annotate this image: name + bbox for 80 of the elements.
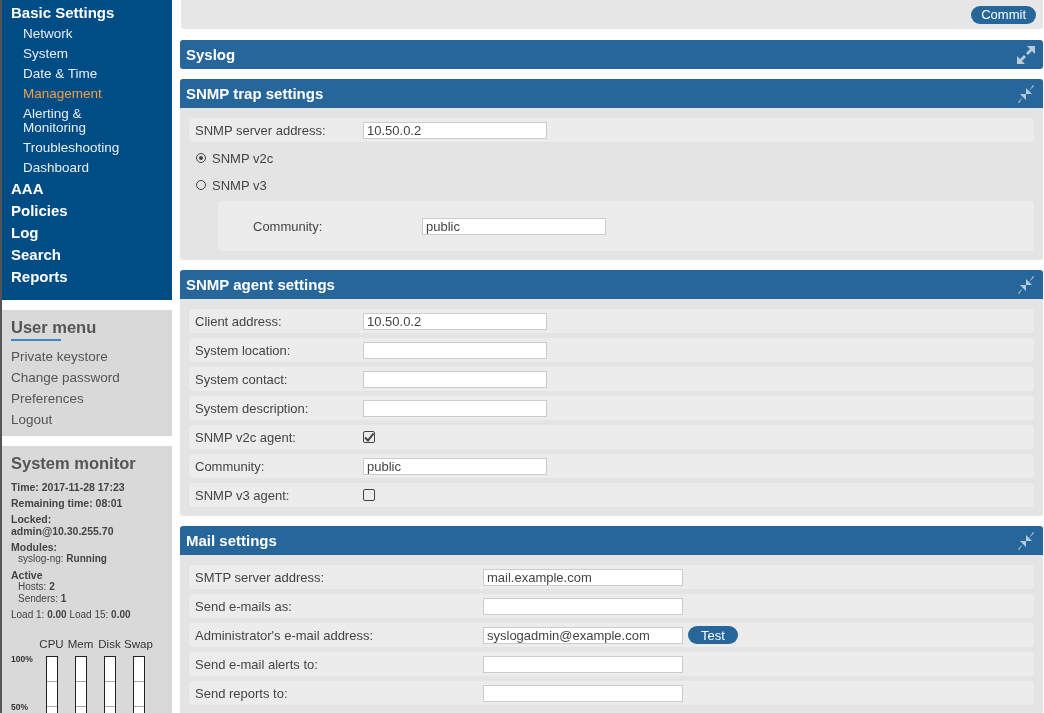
text-field[interactable]: 10.50.0.2 (363, 121, 547, 139)
panel-title: SNMP agent settings (186, 276, 335, 293)
nav-item[interactable]: Search (11, 244, 172, 266)
axis-tick-label: 100% (11, 654, 34, 664)
nav-item[interactable]: Policies (11, 200, 172, 222)
nav-subitem[interactable]: Date & Time (11, 64, 133, 84)
panel-header[interactable]: SNMP agent settings (180, 270, 1043, 299)
text-field[interactable]: syslogadmin@example.com (483, 626, 683, 644)
panel-header[interactable]: Mail settings (180, 526, 1043, 555)
field-label: System contact: (195, 371, 289, 387)
collapse-icon[interactable] (1017, 84, 1035, 103)
radio-label: SNMP v2c (212, 150, 274, 166)
monitor-text: Modules: (11, 541, 59, 553)
checkbox[interactable] (363, 431, 375, 443)
panel-header[interactable]: SNMP trap settings (180, 79, 1043, 108)
monitor-text: Senders: 1 (17, 592, 68, 604)
text-field[interactable]: public (363, 457, 547, 475)
panel-header[interactable]: Syslog (180, 40, 1043, 69)
monitor-text: Active (11, 569, 44, 581)
system-monitor-title: System monitor (11, 453, 137, 474)
panel-title: Syslog (186, 46, 236, 63)
checkbox[interactable] (363, 489, 375, 501)
nav-subitem[interactable]: Alerting & Monitoring (11, 104, 133, 138)
field-label: Community: (195, 458, 266, 474)
field-label: System description: (195, 400, 310, 416)
collapse-icon[interactable] (1017, 275, 1035, 294)
nav-subitem[interactable]: Management (11, 84, 133, 104)
text-field[interactable]: 10.50.0.2 (363, 312, 547, 330)
monitor-text: Remaining time: 08:01 (11, 497, 124, 509)
nav-subitem[interactable]: Dashboard (11, 158, 133, 178)
field-label: SMTP server address: (195, 569, 326, 585)
text-field[interactable]: mail.example.com (483, 568, 683, 586)
field-label: SNMP server address: (195, 122, 327, 138)
text-field[interactable] (363, 399, 547, 417)
nav-item[interactable]: Reports (11, 266, 172, 288)
meter-label: Swap (124, 638, 153, 650)
expand-icon[interactable] (1017, 45, 1035, 64)
text-field[interactable] (483, 655, 683, 673)
text-field[interactable]: public (422, 217, 606, 235)
meter-label: CPU (38, 638, 65, 650)
field-label: Client address: (195, 313, 283, 329)
user-menu-title: User menu (11, 317, 98, 338)
meter-label: Mem (66, 638, 95, 650)
field-label: System location: (195, 342, 292, 358)
user-menu-link[interactable]: Logout (11, 409, 163, 430)
field-label: SNMP v3 agent: (195, 487, 291, 503)
field-label: Send reports to: (195, 685, 289, 701)
nav-item[interactable]: Basic Settings (11, 2, 172, 24)
user-menu-link[interactable]: Change password (11, 367, 163, 388)
field-label: Send e-mails as: (195, 598, 293, 614)
field-label: SNMP v2c agent: (195, 429, 297, 445)
field-label: Send e-mail alerts to: (195, 656, 319, 672)
radio-label: SNMP v3 (212, 177, 267, 193)
text-field[interactable] (483, 684, 683, 702)
axis-tick-label: 50% (11, 702, 29, 712)
nav-item[interactable]: Log (11, 222, 172, 244)
monitor-text: Time: 2017-11-28 17:23 (11, 481, 126, 493)
monitor-text: Hosts: 2 (17, 581, 56, 593)
user-menu-link[interactable]: Preferences (11, 388, 163, 409)
nav-subitem[interactable]: Troubleshooting (11, 138, 133, 158)
text-field[interactable] (363, 341, 547, 359)
monitor-text: Locked: (11, 513, 53, 525)
meter-label: Disk (97, 638, 122, 650)
panel-title: Mail settings (186, 532, 277, 549)
text-field[interactable] (483, 597, 683, 615)
title-underline (11, 339, 61, 341)
monitor-text: admin@10.30.255.70 (11, 525, 115, 537)
collapse-icon[interactable] (1017, 531, 1035, 550)
monitor-text: Load 1: 0.00 Load 15: 0.00 (11, 609, 132, 621)
field-label: Administrator's e-mail address: (195, 627, 375, 643)
field-label: Community: (253, 218, 324, 234)
monitor-text: syslog-ng: Running (17, 553, 108, 565)
nav-subitem[interactable]: Network (11, 24, 133, 44)
nav-subitem[interactable]: System (11, 44, 133, 64)
text-field[interactable] (363, 370, 547, 388)
commit-button[interactable]: Commit (971, 5, 1036, 24)
user-menu-link[interactable]: Private keystore (11, 346, 163, 367)
nav-item[interactable]: AAA (11, 178, 172, 200)
panel-title: SNMP trap settings (186, 85, 324, 102)
test-button[interactable]: Test (688, 626, 738, 644)
